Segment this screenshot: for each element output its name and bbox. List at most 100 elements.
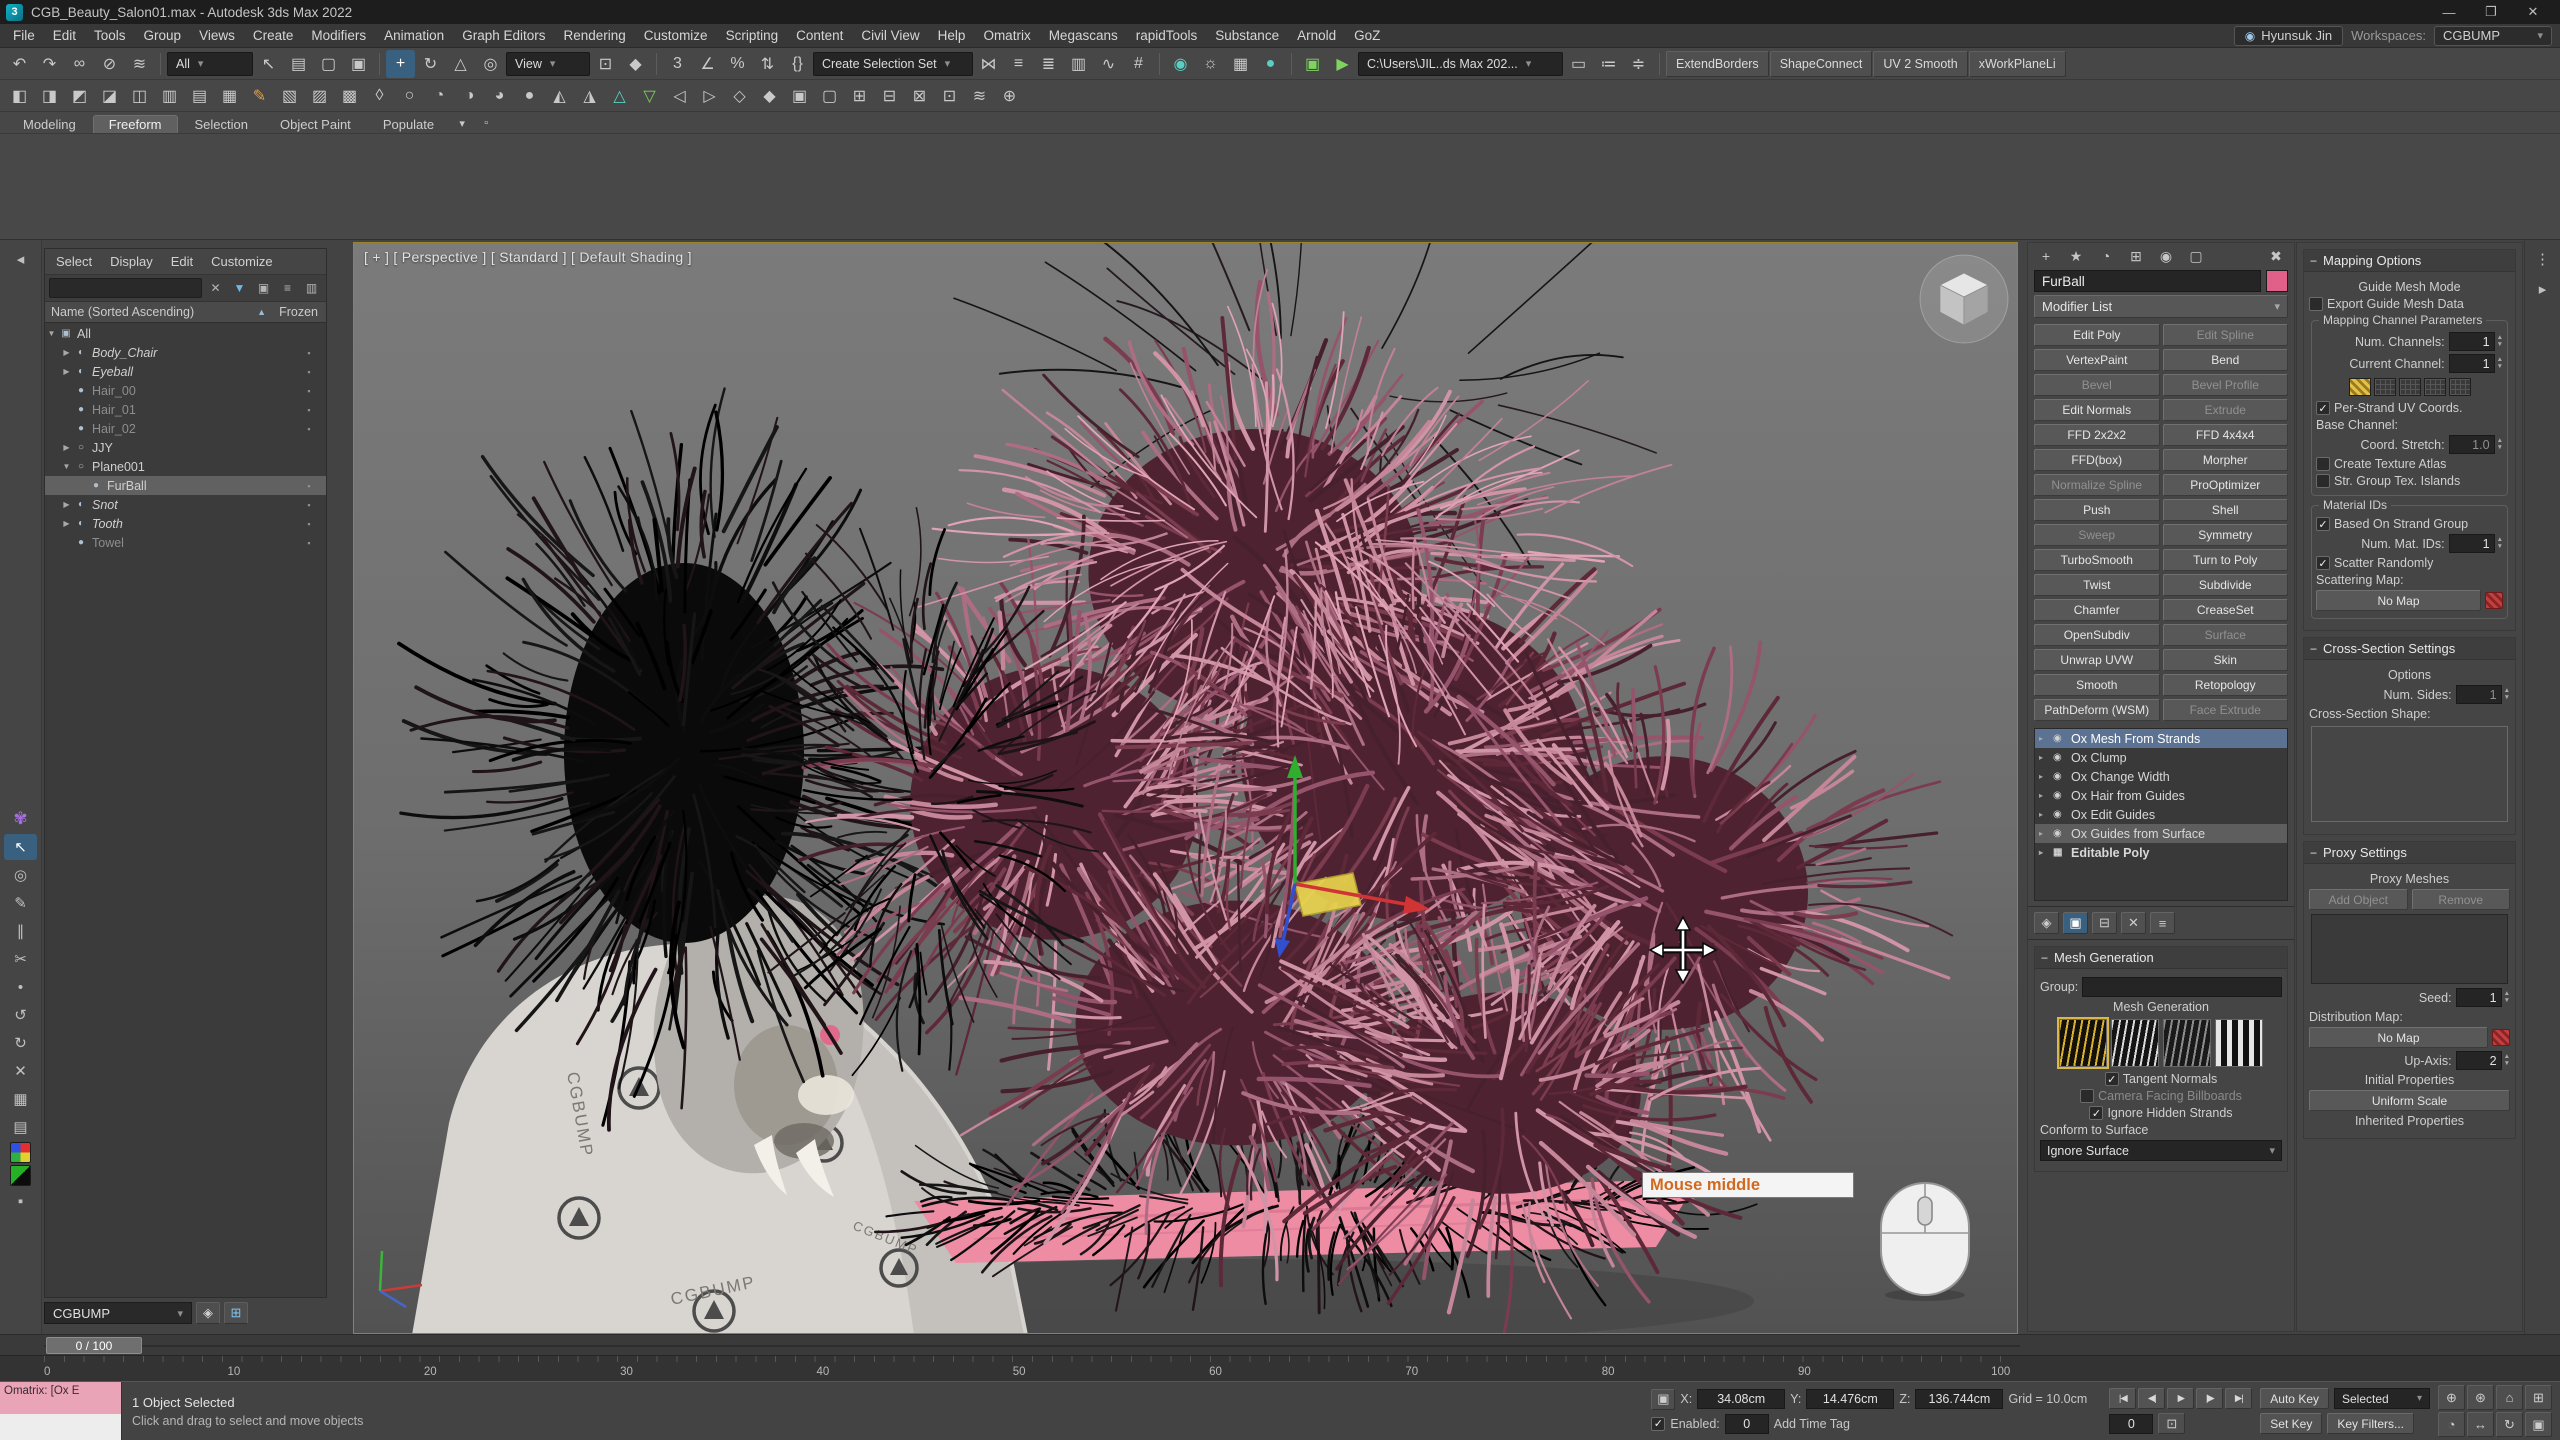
undo-brush-icon[interactable]: ↺ xyxy=(4,1002,37,1028)
menu-item[interactable]: Graph Editors xyxy=(453,24,554,47)
angle-snap-icon[interactable]: ∠ xyxy=(693,50,722,78)
expand-arrow-icon[interactable]: ▸ xyxy=(2039,772,2049,781)
select-link-icon[interactable]: ∞ xyxy=(65,50,94,78)
explorer-row[interactable]: ● Hair_00 ▪ xyxy=(45,381,326,400)
expand-arrow-icon[interactable]: ▶ xyxy=(60,367,73,376)
modifier-button[interactable]: Twist xyxy=(2034,574,2160,596)
visibility-eye-icon[interactable]: ◉ xyxy=(2053,733,2067,744)
menu-item[interactable]: Civil View xyxy=(852,24,928,47)
unlink-icon[interactable]: ⊘ xyxy=(95,50,124,78)
filter-icon[interactable]: ▼ xyxy=(229,278,250,299)
poly-tool-icon-5[interactable]: ◫ xyxy=(125,82,154,110)
str-group-islands-checkbox[interactable] xyxy=(2316,474,2330,488)
menu-item[interactable]: Rendering xyxy=(555,24,635,47)
modifier-button[interactable]: FFD 4x4x4 xyxy=(2163,424,2289,446)
meshgen-preset-thumbnail[interactable] xyxy=(2215,1019,2263,1067)
expand-arrow-icon[interactable]: ▶ xyxy=(60,348,73,357)
channel-icon[interactable] xyxy=(2374,378,2396,396)
play-icon[interactable]: ▶ xyxy=(2167,1388,2194,1409)
listener-macro-line[interactable]: Omatrix: [Ox E xyxy=(0,1382,121,1414)
viewcube[interactable] xyxy=(1916,251,2012,350)
maximize-viewport-icon[interactable]: ▣ xyxy=(2525,1412,2552,1437)
modifier-button[interactable]: Shell xyxy=(2163,499,2289,521)
menu-item[interactable]: Arnold xyxy=(1288,24,1345,47)
frozen-marker[interactable]: ▪ xyxy=(292,481,326,491)
uv-tool-icon-3[interactable]: ▣ xyxy=(785,82,814,110)
wave-tool-icon[interactable]: ≋ xyxy=(965,82,994,110)
frozen-marker[interactable]: ▪ xyxy=(292,405,326,415)
panel-collapse-icon[interactable]: ▸ xyxy=(2526,276,2559,302)
macro-text-button[interactable]: ExtendBorders xyxy=(1666,51,1769,77)
list-macro-icon[interactable]: ≑ xyxy=(1624,50,1653,78)
visibility-eye-icon[interactable]: ◉ xyxy=(2053,828,2067,839)
explorer-row[interactable]: ● Hair_01 ▪ xyxy=(45,400,326,419)
menu-item[interactable]: File xyxy=(4,24,44,47)
select-tool-icon[interactable]: ↖ xyxy=(4,834,37,860)
explorer-row[interactable]: ● FurBall ▪ xyxy=(45,476,326,495)
coord-stretch-spinner[interactable]: 1.0▲▼ xyxy=(2449,435,2503,454)
modifier-button[interactable]: Smooth xyxy=(2034,674,2160,696)
expand-arrow-icon[interactable]: ▸ xyxy=(2039,810,2049,819)
use-pivot-center-icon[interactable]: ⊡ xyxy=(591,50,620,78)
pin-panel-icon[interactable]: + xyxy=(2033,245,2059,268)
meshgen-preset-thumbnail[interactable] xyxy=(2163,1019,2211,1067)
expand-arrow-icon[interactable]: ▼ xyxy=(60,462,73,471)
menu-item[interactable]: Substance xyxy=(1206,24,1288,47)
comb-brush-icon[interactable]: ∥ xyxy=(4,918,37,944)
grid-snap-icon[interactable]: ⊞ xyxy=(224,1302,248,1324)
material-editor-icon[interactable]: ◉ xyxy=(1166,50,1195,78)
fov-icon[interactable]: ◔ xyxy=(2438,1412,2465,1437)
viewport-label[interactable]: [ + ] [ Perspective ] [ Standard ] [ Def… xyxy=(364,249,692,265)
uniform-scale-button[interactable]: Uniform Scale xyxy=(2309,1090,2510,1111)
add-time-tag[interactable]: Add Time Tag xyxy=(1774,1417,1850,1431)
rendered-frame-icon[interactable]: ▦ xyxy=(1226,50,1255,78)
explorer-menu-item[interactable]: Customize xyxy=(202,254,281,269)
remove-button[interactable]: Remove xyxy=(2412,889,2511,910)
viewport-tab-icon[interactable]: ◂ xyxy=(4,246,37,272)
poly-tool-icon-6[interactable]: ▥ xyxy=(155,82,184,110)
snap-toggle-icon[interactable]: 3 xyxy=(663,50,692,78)
modifier-button[interactable]: Surface xyxy=(2163,624,2289,646)
spinner-snap-icon[interactable]: ⇅ xyxy=(753,50,782,78)
explorer-row[interactable]: ● Hair_02 ▪ xyxy=(45,419,326,438)
ribbon-tab[interactable]: Freeform xyxy=(93,115,178,133)
expand-arrow-icon[interactable]: ▶ xyxy=(60,500,73,509)
zoom-extents-icon[interactable]: ⌂ xyxy=(2496,1385,2523,1410)
modifier-stack-row[interactable]: ▸ ◉ Ox Edit Guides xyxy=(2035,805,2287,824)
enabled-value-field[interactable]: 0 xyxy=(1725,1414,1769,1434)
frozen-marker[interactable]: ▪ xyxy=(292,348,326,358)
ribbon-toggle-icon[interactable]: ▥ xyxy=(1064,50,1093,78)
snap-tool-icon[interactable]: ⊕ xyxy=(995,82,1024,110)
menu-item[interactable]: Customize xyxy=(635,24,717,47)
x-coordinate-field[interactable]: 34.08cm xyxy=(1697,1389,1785,1409)
seed-spinner[interactable]: 1▲▼ xyxy=(2456,988,2510,1007)
object-name-field[interactable]: FurBall xyxy=(2034,270,2261,292)
modifier-button[interactable]: OpenSubdiv xyxy=(2034,624,2160,646)
expand-arrow-icon[interactable]: ▸ xyxy=(2039,829,2049,838)
rollout-header[interactable]: − Mapping Options xyxy=(2304,250,2515,272)
per-strand-uv-checkbox[interactable] xyxy=(2316,401,2330,415)
menu-item[interactable]: Modifiers xyxy=(302,24,375,47)
edit-named-selections-icon[interactable]: {} xyxy=(783,50,812,78)
ornatrix-icon[interactable]: ✾ xyxy=(4,806,37,832)
go-to-end-icon[interactable]: ▶| xyxy=(2225,1388,2252,1409)
point-edit-icon[interactable]: • xyxy=(4,974,37,1000)
visibility-eye-icon[interactable]: ▦ xyxy=(2053,847,2067,858)
object-color-swatch[interactable] xyxy=(2266,270,2288,292)
mini-dot-icon[interactable]: ▪ xyxy=(4,1188,37,1214)
rollout-header[interactable]: − Mesh Generation xyxy=(2035,947,2287,969)
grid-palette-icon[interactable]: ▦ xyxy=(4,1086,37,1112)
explorer-row[interactable]: ● Towel ▪ xyxy=(45,533,326,552)
modifier-button[interactable]: Bend xyxy=(2163,349,2289,371)
schematic-view-icon[interactable]: # xyxy=(1124,50,1153,78)
macro-text-button[interactable]: xWorkPlaneLi xyxy=(1969,51,2066,77)
cross-section-shape-editor[interactable] xyxy=(2311,726,2508,822)
cells-palette-icon[interactable]: ▤ xyxy=(4,1114,37,1140)
selection-region-icon[interactable]: ▢ xyxy=(314,50,343,78)
maximize-button[interactable]: ❐ xyxy=(2470,1,2512,23)
show-end-result-icon[interactable]: ▣ xyxy=(2063,912,2088,934)
perspective-viewport[interactable]: CGBUMP CGBUMP CGBUMP xyxy=(353,242,2018,1334)
poly-tool-icon-2[interactable]: ◨ xyxy=(35,82,64,110)
macro-text-button[interactable]: UV 2 Smooth xyxy=(1873,51,1967,77)
script-tool-icon[interactable]: ▣ xyxy=(1298,50,1327,78)
